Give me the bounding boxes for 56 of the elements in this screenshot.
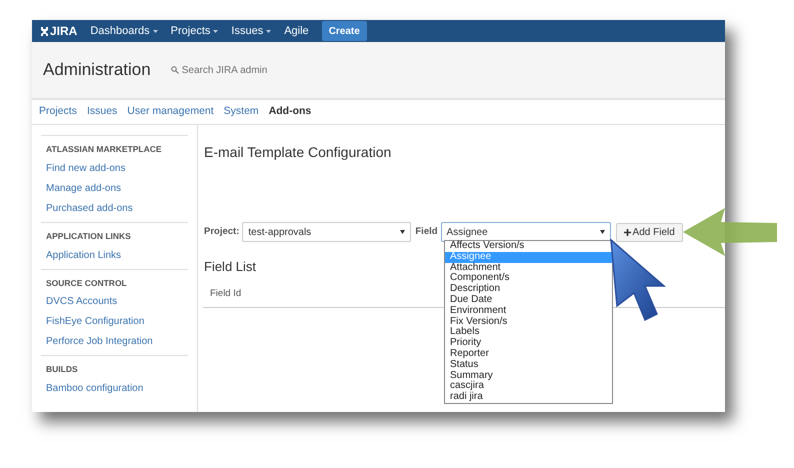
nav-menu-item[interactable]: Agile (284, 22, 309, 40)
sidebar-link[interactable]: Application Links (41, 246, 188, 266)
field-option[interactable]: Fix Version/s (445, 316, 612, 328)
admin-tab[interactable]: Projects (39, 104, 77, 120)
sidebar-link[interactable]: Purchased add-ons (41, 198, 188, 219)
field-option[interactable]: Attachment (445, 262, 612, 274)
cursor-arrow-icon (609, 238, 667, 324)
sidebar-link[interactable]: Manage add-ons (41, 178, 188, 199)
field-option[interactable]: radi jira (445, 392, 612, 403)
field-option[interactable]: Description (445, 284, 612, 295)
nav-menu-item[interactable]: Projects (170, 22, 218, 40)
caret-icon (152, 30, 158, 32)
field-option[interactable]: Due Date (445, 294, 612, 306)
arrow-icon (683, 208, 777, 256)
column-header: Field Id (210, 286, 242, 300)
field-option[interactable]: Component/s (445, 273, 612, 284)
sidebar-heading: APPLICATION LINKS (45, 230, 132, 242)
sidebar-link[interactable]: DVCS Accounts (41, 292, 188, 312)
field-option[interactable]: Summary (445, 370, 612, 382)
sidebar-link[interactable]: FishEye Configuration (41, 312, 188, 332)
subsection-title: Field List (203, 258, 256, 276)
section-title: E-mail Template Configuration (203, 143, 392, 162)
dropdown-arrow-icon (600, 230, 605, 234)
sidebar-link[interactable]: Perforce Job Integration (41, 332, 188, 352)
nav-menu-item[interactable]: Issues (231, 22, 272, 40)
field-option[interactable]: Reporter (445, 348, 612, 360)
add-field-button[interactable]: Add Field (616, 222, 683, 242)
field-option[interactable]: Labels (445, 327, 612, 338)
dropdown-arrow-icon (400, 230, 406, 234)
project-label: Project: (204, 224, 240, 239)
field-label: Field (415, 224, 438, 239)
sidebar-heading: BUILDS (45, 363, 79, 376)
page-title: Administration (43, 59, 151, 82)
sidebar-link[interactable]: Find new add-ons (41, 158, 188, 179)
logo-text: JIRA (50, 23, 78, 40)
nav-menu-item[interactable]: Dashboards (90, 22, 158, 40)
admin-search-field[interactable]: Search JIRA admin (170, 62, 268, 78)
logo-icon (40, 26, 49, 36)
admin-tab[interactable]: Issues (86, 104, 118, 120)
plus-icon (624, 228, 631, 236)
sidebar-heading: SOURCE CONTROL (45, 276, 128, 290)
admin-tab[interactable]: System (224, 104, 259, 120)
field-option[interactable]: Affects Version/s (445, 241, 612, 252)
admin-tab[interactable]: Add-ons (268, 104, 312, 120)
caret-icon (213, 30, 218, 32)
field-option[interactable]: Environment (445, 306, 612, 317)
search-icon (170, 66, 179, 74)
field-option[interactable]: Status (445, 360, 612, 371)
caret-icon (266, 30, 272, 32)
project-select[interactable]: test-approvals (242, 222, 412, 242)
admin-tab[interactable]: User management (127, 104, 214, 120)
field-option[interactable]: Priority (445, 338, 612, 349)
create-button[interactable]: Create (322, 21, 367, 41)
sidebar-link[interactable]: Bamboo configuration (41, 379, 188, 399)
sidebar-heading: ATLASSIAN MARKETPLACE (45, 143, 163, 156)
field-option[interactable]: cascjira (445, 381, 612, 392)
